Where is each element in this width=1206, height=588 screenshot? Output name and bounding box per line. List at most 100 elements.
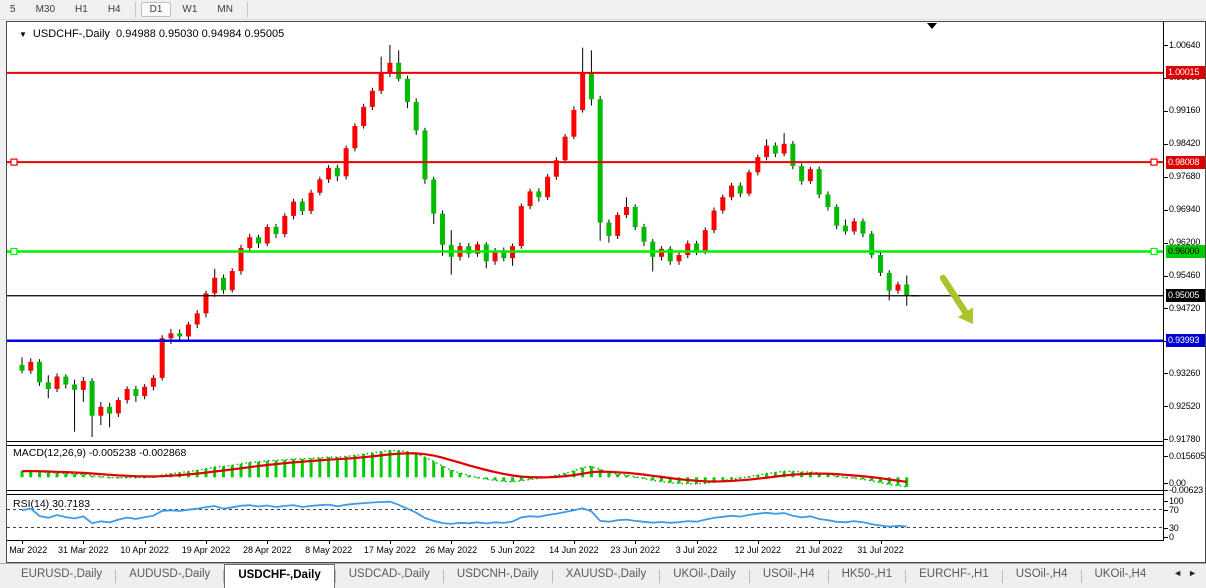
chart-window: ▼USDCHF-,Daily 0.94988 0.95030 0.94984 0… [6, 21, 1206, 563]
macd-histogram-bar [38, 472, 41, 478]
tab-usdcad-daily[interactable]: USDCAD-,Daily [336, 564, 443, 588]
candle-body [396, 63, 401, 79]
date-tick [206, 541, 207, 544]
tab-xauusd-daily[interactable]: XAUUSD-,Daily [553, 564, 660, 588]
chart-symbol-label: USDCHF-,Daily [33, 28, 110, 40]
tab-usoil-h4[interactable]: USOil-,H4 [1003, 564, 1081, 588]
date-tick [22, 541, 23, 544]
tab-eurchf-h1[interactable]: EURCHF-,H1 [906, 564, 1002, 588]
tab-scroll-arrows[interactable]: ◄► [1173, 568, 1203, 578]
tab-audusd-daily[interactable]: AUDUSD-,Daily [116, 564, 223, 588]
symbol-tab-bar: EURUSD-,DailyAUDUSD-,DailyUSDCHF-,DailyU… [0, 563, 1206, 588]
candle-body [773, 146, 778, 154]
timeframe-button-w1[interactable]: W1 [173, 2, 206, 17]
date-tick-label: 26 May 2022 [416, 545, 486, 555]
date-tick [451, 541, 452, 544]
price-badge-0.98008: 0.98008 [1166, 156, 1206, 169]
macd-histogram-bar [651, 477, 654, 480]
tab-scroll-left-icon[interactable]: ◄ [1173, 568, 1188, 578]
macd-histogram-bar [642, 477, 645, 478]
candle-body [799, 166, 804, 181]
candle-body [414, 102, 419, 130]
candle-body [904, 284, 909, 296]
macd-histogram-bar [266, 461, 269, 478]
candle-body [825, 195, 830, 207]
hline-anchor[interactable] [11, 248, 17, 254]
drawn-arrow-shaft[interactable] [943, 278, 965, 312]
rsi-tick [1164, 537, 1168, 538]
candle-body [133, 389, 138, 396]
date-tick-label: 12 Jul 2022 [723, 545, 793, 555]
date-tick [819, 541, 820, 544]
tab-usdchf-daily[interactable]: USDCHF-,Daily [224, 564, 334, 588]
date-tick [329, 541, 330, 544]
date-tick-label: 31 Jul 2022 [846, 545, 916, 555]
hline-anchor[interactable] [11, 159, 17, 165]
price-tick-label: 0.96940 [1169, 204, 1200, 214]
price-tick [1164, 45, 1168, 46]
candle-body [37, 362, 42, 382]
macd-histogram-bar [634, 477, 637, 478]
candle-body [422, 130, 427, 179]
timeframe-toolbar: 5M30H1H4 D1W1MN [0, 0, 1206, 20]
rsi-line [22, 502, 907, 527]
candle-body [677, 255, 682, 261]
timeframe-button-d1[interactable]: D1 [141, 2, 172, 17]
macd-histogram-bar [616, 474, 619, 477]
timeframe-button-5[interactable]: 5 [1, 2, 25, 17]
candle-body [747, 172, 752, 193]
tab-ukoil-h4[interactable]: UKOil-,H4 [1082, 564, 1160, 588]
timeframe-button-m30[interactable]: M30 [27, 2, 64, 17]
price-badge-0.93993: 0.93993 [1166, 334, 1206, 347]
candle-body [282, 216, 287, 234]
timeframe-button-mn[interactable]: MN [208, 2, 242, 17]
candle-body [563, 137, 568, 161]
timeframe-button-h1[interactable]: H1 [66, 2, 97, 17]
macd-histogram-bar [99, 477, 102, 478]
candle-body [63, 377, 68, 385]
candle-body [624, 207, 629, 215]
candle-body [186, 324, 191, 336]
chart-dropdown-icon[interactable]: ▼ [19, 30, 27, 39]
tab-hk50-h1[interactable]: HK50-,H1 [829, 564, 906, 588]
candle-body [46, 382, 51, 389]
price-badge-0.95005: 0.95005 [1166, 289, 1206, 302]
candle-body [685, 243, 690, 255]
candle-body [28, 362, 33, 371]
macd-histogram-bar [625, 475, 628, 477]
tab-usdcnh-daily[interactable]: USDCNH-,Daily [444, 564, 552, 588]
candle-body [484, 244, 489, 261]
candle-body [265, 227, 270, 243]
date-tick [635, 541, 636, 544]
macd-histogram-bar [502, 477, 505, 481]
macd-histogram-bar [240, 464, 243, 478]
toolbar-separator [135, 2, 136, 17]
price-tick [1164, 373, 1168, 374]
price-tick-label: 0.92520 [1169, 401, 1200, 411]
candle-body [580, 73, 585, 110]
candle-body [151, 378, 156, 387]
candle-body [755, 157, 760, 172]
candle-body [300, 202, 305, 211]
tab-eurusd-daily[interactable]: EURUSD-,Daily [8, 564, 115, 588]
candle-body [545, 177, 550, 197]
price-badge-0.96000: 0.96000 [1166, 245, 1206, 258]
macd-histogram-bar [257, 462, 260, 478]
hline-anchor[interactable] [1151, 248, 1157, 254]
macd-tick [1164, 456, 1168, 457]
candle-body [256, 237, 261, 243]
timeframe-button-h4[interactable]: H4 [99, 2, 130, 17]
candle-body [361, 107, 366, 126]
mt4-window: 5M30H1H4D1W1MN ▼USDCHF-,Daily 0.94988 0.… [0, 0, 1206, 588]
candle-body [860, 221, 865, 233]
tab-usoil-h4[interactable]: USOil-,H4 [750, 564, 828, 588]
macd-histogram-bar [406, 452, 409, 478]
candle-body [571, 110, 576, 137]
tab-scroll-right-icon[interactable]: ► [1188, 568, 1203, 578]
price-chart[interactable] [7, 22, 1164, 542]
candle-body [370, 91, 375, 107]
hline-anchor[interactable] [1151, 159, 1157, 165]
tab-ukoil-daily[interactable]: UKOil-,Daily [660, 564, 749, 588]
candle-body [81, 381, 86, 390]
macd-histogram-bar [432, 462, 435, 478]
